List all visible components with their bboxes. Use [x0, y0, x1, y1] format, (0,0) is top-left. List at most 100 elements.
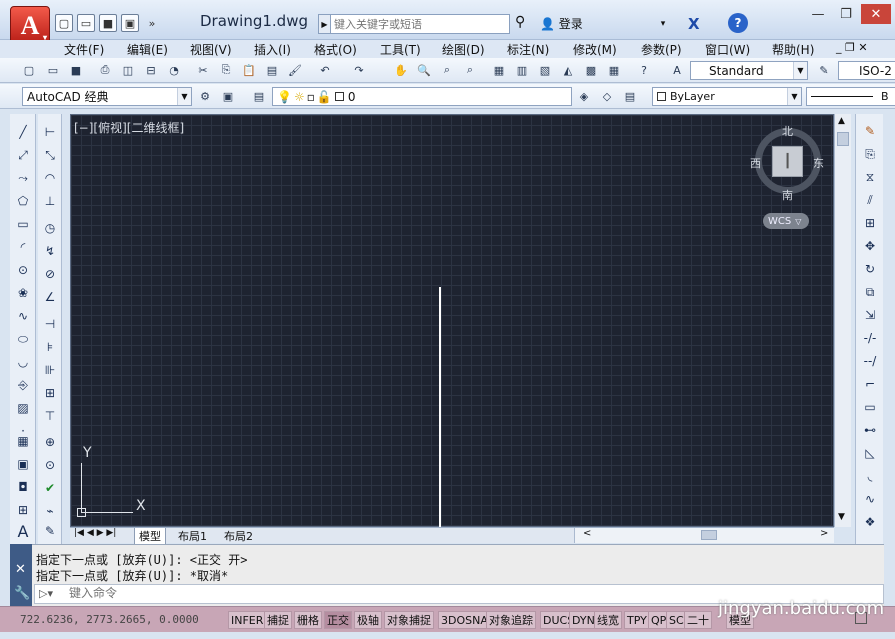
plot-icon[interactable]: ⎙ [96, 61, 114, 79]
menu-format[interactable]: 格式(O) [314, 41, 357, 58]
help-search-box[interactable]: ▶ [318, 14, 510, 34]
close-button[interactable]: ✕ [861, 4, 891, 24]
arc-length-icon[interactable]: ◠ [40, 168, 60, 188]
scroll-thumb[interactable] [837, 132, 849, 146]
hatch-icon[interactable]: ▦ [13, 431, 33, 451]
revision-cloud-icon[interactable]: ❀ [13, 283, 33, 303]
inspection-icon[interactable]: ✔ [40, 478, 60, 498]
radius-icon[interactable]: ◷ [40, 218, 60, 238]
chamfer-icon[interactable]: ◺ [860, 444, 880, 462]
tab-layout1[interactable]: 布局1 [174, 528, 211, 544]
command-window-handle[interactable]: ✕ 🔧 [10, 544, 32, 606]
plot-preview-icon[interactable]: ◫ [119, 61, 137, 79]
dim-style-dropdown[interactable]: ISO-2 [838, 61, 895, 80]
rotate-icon[interactable]: ↻ [860, 260, 880, 278]
layer-previous-icon[interactable]: ◇ [598, 87, 616, 105]
make-block-icon[interactable]: ▨ [13, 398, 33, 418]
quick-dimension-icon[interactable]: ⊣ [40, 314, 60, 334]
extend-icon[interactable]: --/ [860, 352, 880, 370]
copy-icon[interactable]: ⎘ [217, 61, 235, 79]
minimize-button[interactable]: — [805, 4, 831, 24]
qnew-icon[interactable]: ▢ [20, 61, 38, 79]
binoculars-icon[interactable]: ⚲ [515, 14, 535, 34]
explode-icon[interactable]: ❖ [860, 513, 880, 531]
publish-icon[interactable]: ⊟ [142, 61, 160, 79]
more-arrows-icon[interactable]: » [143, 14, 161, 32]
aligned-dimension-icon[interactable]: ⤡ [40, 145, 60, 165]
restore-button[interactable]: ❐ [833, 4, 859, 24]
edit-dimension-icon[interactable]: ✎ [40, 521, 60, 541]
rectangle-icon[interactable]: ▭ [13, 214, 33, 234]
scroll-right-icon[interactable]: > [820, 528, 828, 539]
cut-icon[interactable]: ✂ [194, 61, 212, 79]
ellipse-arc-icon[interactable]: ◡ [13, 352, 33, 372]
copy-object-icon[interactable]: ⎘ [860, 145, 880, 163]
tolerance-icon[interactable]: ⊕ [40, 432, 60, 452]
gradient-icon[interactable]: ▣ [13, 454, 33, 474]
toggle-transparency[interactable]: TPY [624, 611, 650, 629]
coordinate-readout[interactable]: 722.6236, 2773.2665, 0.0000 [20, 613, 199, 626]
arc-icon[interactable]: ◜ [13, 237, 33, 257]
baseline-icon[interactable]: ⊧ [40, 337, 60, 357]
toggle-ortho[interactable]: 正交 [324, 611, 352, 629]
center-mark-icon[interactable]: ⊙ [40, 455, 60, 475]
tab-nav-arrows-icon[interactable]: |◀ ◀ ▶ ▶| [74, 528, 116, 538]
redo-icon[interactable]: ↷ [350, 61, 368, 79]
customize-wrench-icon[interactable]: 🔧 [14, 586, 30, 601]
erase-icon[interactable]: ✎ [860, 122, 880, 140]
diameter-icon[interactable]: ⊘ [40, 264, 60, 284]
save-icon[interactable]: ■ [67, 61, 85, 79]
menu-parametric[interactable]: 参数(P) [641, 41, 682, 58]
command-input[interactable] [69, 586, 769, 600]
clean-screen-icon[interactable]: ▣ [219, 87, 237, 105]
login-button[interactable]: 👤 登录 ▾ [540, 15, 665, 32]
color-dropdown[interactable]: ByLayer ▼ [652, 87, 802, 106]
markup-icon[interactable]: ▩ [582, 61, 600, 79]
zoom-window-icon[interactable]: ⌕ [438, 61, 456, 79]
properties-icon[interactable]: ▦ [490, 61, 508, 79]
undo-icon[interactable]: ↶ [316, 61, 334, 79]
mirror-icon[interactable]: ⧖ [860, 168, 880, 186]
help-button[interactable]: ? [728, 13, 748, 33]
text-style-dropdown[interactable]: Standard ▼ [690, 61, 808, 80]
menu-file[interactable]: 文件(F) [64, 41, 104, 58]
toggle-grid[interactable]: 栅格 [294, 611, 322, 629]
construction-line-icon[interactable]: ⤢ [13, 145, 33, 165]
viewport-controls-label[interactable]: [−][俯视][二维线框] [74, 119, 184, 136]
command-prompt-icon[interactable]: ▷▾ [39, 587, 53, 600]
join-icon[interactable]: ⊷ [860, 421, 880, 439]
polyline-icon[interactable]: ⤳ [13, 168, 33, 188]
continue-icon[interactable]: ⊪ [40, 360, 60, 380]
jogged-linear-icon[interactable]: ⌁ [40, 501, 60, 521]
make-current-layer-icon[interactable]: ◈ [575, 87, 593, 105]
paste-icon[interactable]: 📋 [240, 61, 258, 79]
menu-window[interactable]: 窗口(W) [705, 41, 750, 58]
workspace-settings-icon[interactable]: ⚙ [196, 87, 214, 105]
scroll-thumb[interactable] [701, 530, 717, 540]
layer-states-icon[interactable]: ▤ [621, 87, 639, 105]
menu-draw[interactable]: 绘图(D) [442, 41, 485, 58]
toggle-osnap[interactable]: 对象捕捉 [384, 611, 434, 629]
line-icon[interactable]: ╱ [13, 122, 33, 142]
menu-modify[interactable]: 修改(M) [573, 41, 617, 58]
blend-curves-icon[interactable]: ∿ [860, 490, 880, 508]
close-icon[interactable]: ✕ [15, 562, 26, 577]
save-icon[interactable]: ■ [99, 14, 117, 32]
stretch-icon[interactable]: ⇲ [860, 306, 880, 324]
spline-icon[interactable]: ∿ [13, 306, 33, 326]
new-file-icon[interactable]: ▢ [55, 14, 73, 32]
break-icon[interactable]: ▭ [860, 398, 880, 416]
menu-dimension[interactable]: 标注(N) [507, 41, 549, 58]
horizontal-scrollbar[interactable]: < > [574, 528, 834, 543]
dim-style-icon[interactable]: ✎ [815, 61, 833, 79]
menu-tools[interactable]: 工具(T) [380, 41, 421, 58]
ordinate-icon[interactable]: ⊥ [40, 191, 60, 211]
menu-view[interactable]: 视图(V) [190, 41, 232, 58]
dimension-space-icon[interactable]: ⊞ [40, 383, 60, 403]
vertical-scrollbar[interactable]: ▲ ▼ [834, 114, 851, 527]
menu-insert[interactable]: 插入(I) [254, 41, 291, 58]
tab-model[interactable]: 模型 [134, 528, 166, 545]
match-properties-icon[interactable]: 🖌 [286, 61, 304, 79]
tool-palettes-icon[interactable]: ▧ [536, 61, 554, 79]
fillet-icon[interactable]: ◟ [860, 467, 880, 485]
